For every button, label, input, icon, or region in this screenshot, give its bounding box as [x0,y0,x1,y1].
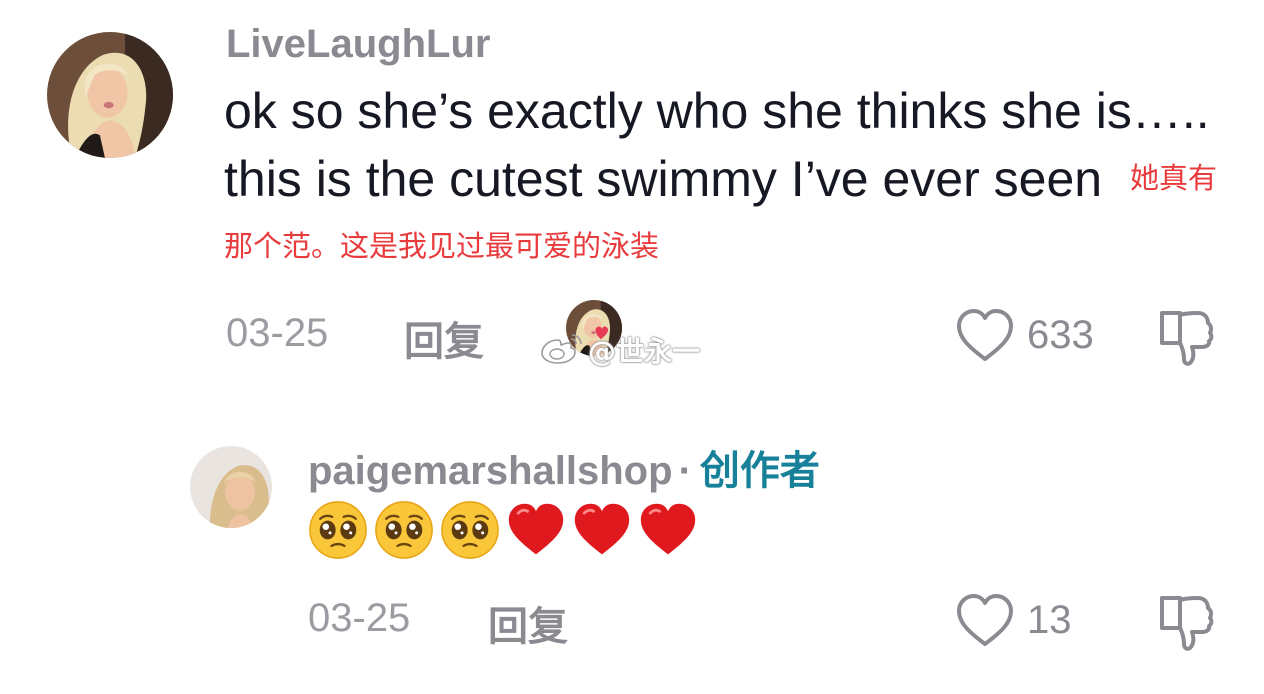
reply-button[interactable]: 回复 [404,309,484,367]
weibo-logo-icon [541,334,582,364]
heart-outline-icon [957,594,1013,646]
reply-button[interactable]: 回复 [488,594,568,652]
avatar-image [47,32,173,158]
watermark-text: @世永一 [588,335,701,368]
red-heart-icon [638,500,698,560]
watermark: @世永一 [540,298,730,368]
like-count: 633 [1027,312,1094,357]
comment-date: 03-25 [226,311,329,355]
thumbs-down-icon [1160,311,1214,366]
pleading-face-icon [374,500,434,560]
creator-avatar[interactable] [190,446,272,528]
dislike-button[interactable] [1154,307,1216,369]
dislike-button[interactable] [1154,592,1216,654]
red-heart-icon [506,500,566,560]
like-count: 13 [1027,597,1072,642]
like-button[interactable]: 633 [955,307,1094,363]
commenter-username[interactable]: LiveLaughLur [226,22,490,67]
creator-badge: 创作者 [699,448,820,494]
comment-body: ok so she’s exactly who she thinks she i… [224,83,1210,207]
avatar-image [190,446,272,528]
commenter-avatar[interactable] [47,32,173,158]
pleading-face-icon [308,500,368,560]
pleading-face-icon [440,500,500,560]
creator-username[interactable]: paigemarshallshop [308,449,673,493]
comment-text: ok so she’s exactly who she thinks she i… [224,78,1234,281]
reply-emoji-text [308,500,698,560]
red-heart-icon [572,500,632,560]
thumbs-down-icon [1160,596,1214,651]
creator-username-line: paigemarshallshop · 创作者 [308,438,820,496]
like-button[interactable]: 13 [955,592,1072,648]
reply-date: 03-25 [308,596,411,640]
separator-dot: · [678,449,692,493]
heart-outline-icon [957,309,1013,361]
